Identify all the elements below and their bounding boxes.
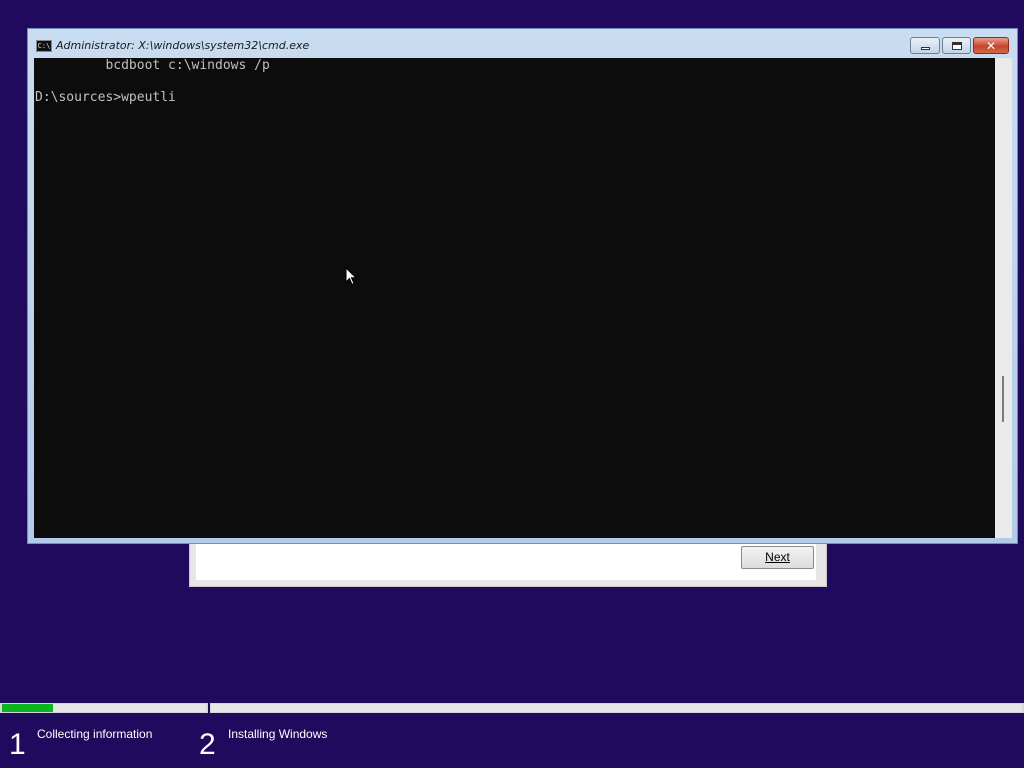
scrollbar-thumb[interactable] xyxy=(1002,376,1004,422)
window-title: Administrator: X:\windows\system32\cmd.e… xyxy=(56,39,310,52)
console-line: bcdboot c:\windows /p xyxy=(35,58,270,73)
progress-fill-collecting xyxy=(2,704,53,712)
maximize-icon xyxy=(951,41,962,50)
vertical-scrollbar[interactable] xyxy=(995,58,1012,538)
minimize-icon xyxy=(920,47,930,50)
step-1-label: Collecting information xyxy=(37,727,153,741)
minimize-button[interactable] xyxy=(910,37,940,54)
cmd-window: C:\ Administrator: X:\windows\system32\c… xyxy=(27,28,1018,544)
progress-segment-installing xyxy=(211,704,1022,712)
cmd-title-bar[interactable]: C:\ Administrator: X:\windows\system32\c… xyxy=(28,29,1017,58)
step-1-number: 1 xyxy=(9,728,26,761)
mouse-pointer-icon xyxy=(345,267,357,286)
close-button[interactable]: ✕ xyxy=(973,37,1009,54)
cmd-icon[interactable]: C:\ xyxy=(36,40,52,52)
command-prompt-line: D:\sources>wpeutli xyxy=(35,90,176,105)
setup-background: Next C:\ Administrator: X:\windows\syste… xyxy=(0,0,1024,768)
console-output[interactable]: bcdboot c:\windows /p D:\sources>wpeutli xyxy=(34,58,995,538)
maximize-button[interactable] xyxy=(942,37,971,54)
close-icon: ✕ xyxy=(985,38,997,53)
progress-segment-collecting xyxy=(53,704,206,712)
next-button[interactable]: Next xyxy=(741,546,814,569)
step-2-label: Installing Windows xyxy=(228,727,328,741)
setup-progress-bar xyxy=(0,703,1024,713)
step-2-number: 2 xyxy=(199,728,216,761)
progress-divider xyxy=(208,703,210,713)
